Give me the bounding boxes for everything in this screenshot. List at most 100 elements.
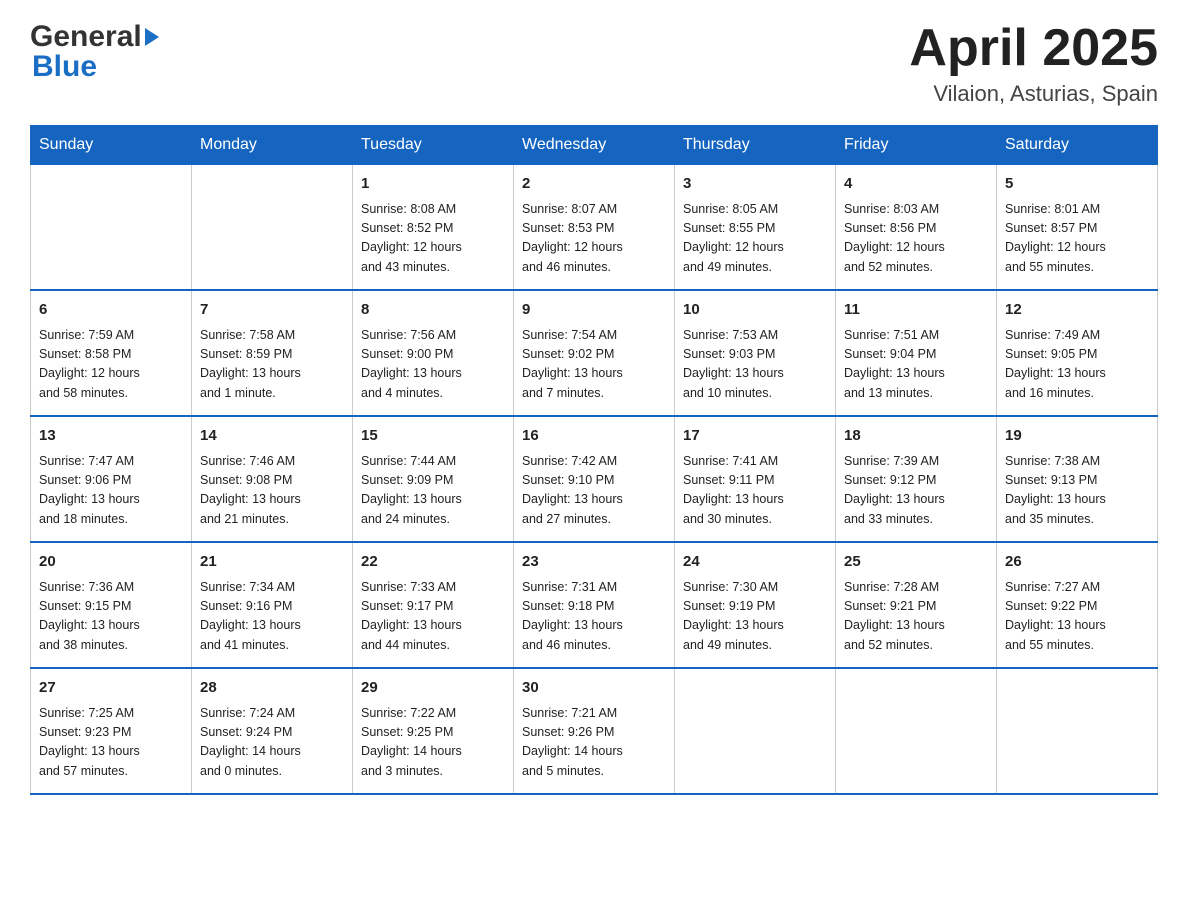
day-info: Sunrise: 7:30 AMSunset: 9:19 PMDaylight:… <box>683 578 827 656</box>
calendar-cell: 26 Sunrise: 7:27 AMSunset: 9:22 PMDayligh… <box>997 542 1158 668</box>
day-info: Sunrise: 7:21 AMSunset: 9:26 PMDaylight:… <box>522 704 666 782</box>
calendar-cell: 23 Sunrise: 7:31 AMSunset: 9:18 PMDayligh… <box>514 542 675 668</box>
header-thursday: Thursday <box>675 126 836 165</box>
calendar-cell: 7 Sunrise: 7:58 AMSunset: 8:59 PMDaylight… <box>192 290 353 416</box>
calendar-cell: 16Sunrise: 7:42 AMSunset: 9:10 PMDayligh… <box>514 416 675 542</box>
calendar-week-4: 20 Sunrise: 7:36 AMSunset: 9:15 PMDayligh… <box>31 542 1158 668</box>
calendar-week-2: 6 Sunrise: 7:59 AMSunset: 8:58 PMDaylight… <box>31 290 1158 416</box>
day-number: 1 <box>361 173 505 196</box>
day-info: Sunrise: 8:08 AMSunset: 8:52 PMDaylight:… <box>361 200 505 278</box>
title-block: April 2025 Vilaion, Asturias, Spain <box>909 20 1158 107</box>
day-number: 7 <box>200 299 344 322</box>
day-info: Sunrise: 7:51 AMSunset: 9:04 PMDaylight:… <box>844 326 988 404</box>
calendar-cell: 15Sunrise: 7:44 AMSunset: 9:09 PMDayligh… <box>353 416 514 542</box>
calendar-cell: 4Sunrise: 8:03 AMSunset: 8:56 PMDaylight… <box>836 165 997 291</box>
calendar-cell: 12Sunrise: 7:49 AMSunset: 9:05 PMDayligh… <box>997 290 1158 416</box>
day-number: 21 <box>200 551 344 574</box>
day-number: 16 <box>522 425 666 448</box>
calendar-cell: 24Sunrise: 7:30 AMSunset: 9:19 PMDayligh… <box>675 542 836 668</box>
day-number: 17 <box>683 425 827 448</box>
day-number: 22 <box>361 551 505 574</box>
day-info: Sunrise: 7:28 AMSunset: 9:21 PMDaylight:… <box>844 578 988 656</box>
calendar-cell: 5Sunrise: 8:01 AMSunset: 8:57 PMDaylight… <box>997 165 1158 291</box>
day-info: Sunrise: 7:59 AMSunset: 8:58 PMDaylight:… <box>39 326 183 404</box>
day-info: Sunrise: 7:22 AMSunset: 9:25 PMDaylight:… <box>361 704 505 782</box>
day-info: Sunrise: 7:58 AMSunset: 8:59 PMDaylight:… <box>200 326 344 404</box>
day-info: Sunrise: 7:34 AMSunset: 9:16 PMDaylight:… <box>200 578 344 656</box>
calendar-week-5: 27 Sunrise: 7:25 AMSunset: 9:23 PMDayligh… <box>31 668 1158 794</box>
calendar-cell <box>836 668 997 794</box>
calendar-cell: 27 Sunrise: 7:25 AMSunset: 9:23 PMDayligh… <box>31 668 192 794</box>
calendar-cell: 25 Sunrise: 7:28 AMSunset: 9:21 PMDayligh… <box>836 542 997 668</box>
calendar-cell: 10 Sunrise: 7:53 AMSunset: 9:03 PMDayligh… <box>675 290 836 416</box>
day-info: Sunrise: 7:31 AMSunset: 9:18 PMDaylight:… <box>522 578 666 656</box>
day-info: Sunrise: 8:05 AMSunset: 8:55 PMDaylight:… <box>683 200 827 278</box>
calendar-cell: 11 Sunrise: 7:51 AMSunset: 9:04 PMDayligh… <box>836 290 997 416</box>
calendar-cell: 20 Sunrise: 7:36 AMSunset: 9:15 PMDayligh… <box>31 542 192 668</box>
calendar-table: SundayMondayTuesdayWednesdayThursdayFrid… <box>30 125 1158 795</box>
calendar-cell <box>675 668 836 794</box>
calendar-cell: 13 Sunrise: 7:47 AMSunset: 9:06 PMDayligh… <box>31 416 192 542</box>
calendar-cell: 14Sunrise: 7:46 AMSunset: 9:08 PMDayligh… <box>192 416 353 542</box>
calendar-cell: 9 Sunrise: 7:54 AMSunset: 9:02 PMDaylight… <box>514 290 675 416</box>
day-number: 8 <box>361 299 505 322</box>
day-info: Sunrise: 7:56 AMSunset: 9:00 PMDaylight:… <box>361 326 505 404</box>
header-saturday: Saturday <box>997 126 1158 165</box>
day-info: Sunrise: 7:27 AMSunset: 9:22 PMDaylight:… <box>1005 578 1149 656</box>
day-number: 14 <box>200 425 344 448</box>
logo-blue: Blue <box>30 50 97 84</box>
calendar-cell: 6 Sunrise: 7:59 AMSunset: 8:58 PMDaylight… <box>31 290 192 416</box>
day-number: 27 <box>39 677 183 700</box>
logo-line1: General <box>30 20 159 54</box>
day-number: 9 <box>522 299 666 322</box>
calendar-cell: 21 Sunrise: 7:34 AMSunset: 9:16 PMDayligh… <box>192 542 353 668</box>
day-number: 25 <box>844 551 988 574</box>
calendar-header: SundayMondayTuesdayWednesdayThursdayFrid… <box>31 126 1158 165</box>
day-number: 30 <box>522 677 666 700</box>
day-number: 29 <box>361 677 505 700</box>
calendar-week-1: 1 Sunrise: 8:08 AMSunset: 8:52 PMDaylight… <box>31 165 1158 291</box>
header-friday: Friday <box>836 126 997 165</box>
header-monday: Monday <box>192 126 353 165</box>
calendar-cell: 2 Sunrise: 8:07 AMSunset: 8:53 PMDaylight… <box>514 165 675 291</box>
day-number: 19 <box>1005 425 1149 448</box>
calendar-cell <box>192 165 353 291</box>
day-number: 11 <box>844 299 988 322</box>
day-info: Sunrise: 8:07 AMSunset: 8:53 PMDaylight:… <box>522 200 666 278</box>
calendar-cell: 18Sunrise: 7:39 AMSunset: 9:12 PMDayligh… <box>836 416 997 542</box>
day-info: Sunrise: 7:39 AMSunset: 9:12 PMDaylight:… <box>844 452 988 530</box>
day-info: Sunrise: 7:25 AMSunset: 9:23 PMDaylight:… <box>39 704 183 782</box>
day-info: Sunrise: 7:53 AMSunset: 9:03 PMDaylight:… <box>683 326 827 404</box>
day-number: 26 <box>1005 551 1149 574</box>
day-info: Sunrise: 7:41 AMSunset: 9:11 PMDaylight:… <box>683 452 827 530</box>
day-number: 6 <box>39 299 183 322</box>
calendar-cell: 22Sunrise: 7:33 AMSunset: 9:17 PMDayligh… <box>353 542 514 668</box>
calendar-cell: 1 Sunrise: 8:08 AMSunset: 8:52 PMDaylight… <box>353 165 514 291</box>
day-info: Sunrise: 7:36 AMSunset: 9:15 PMDaylight:… <box>39 578 183 656</box>
page-title: April 2025 <box>909 20 1158 77</box>
day-number: 23 <box>522 551 666 574</box>
day-info: Sunrise: 7:54 AMSunset: 9:02 PMDaylight:… <box>522 326 666 404</box>
calendar-cell: 3Sunrise: 8:05 AMSunset: 8:55 PMDaylight… <box>675 165 836 291</box>
day-info: Sunrise: 8:03 AMSunset: 8:56 PMDaylight:… <box>844 200 988 278</box>
page-header: General Blue April 2025 Vilaion, Asturia… <box>30 20 1158 107</box>
day-number: 2 <box>522 173 666 196</box>
day-info: Sunrise: 7:49 AMSunset: 9:05 PMDaylight:… <box>1005 326 1149 404</box>
logo-general: General <box>30 20 142 54</box>
header-sunday: Sunday <box>31 126 192 165</box>
calendar-cell: 8 Sunrise: 7:56 AMSunset: 9:00 PMDaylight… <box>353 290 514 416</box>
calendar-cell: 17 Sunrise: 7:41 AMSunset: 9:11 PMDayligh… <box>675 416 836 542</box>
day-number: 15 <box>361 425 505 448</box>
header-wednesday: Wednesday <box>514 126 675 165</box>
day-info: Sunrise: 7:24 AMSunset: 9:24 PMDaylight:… <box>200 704 344 782</box>
day-number: 13 <box>39 425 183 448</box>
day-number: 20 <box>39 551 183 574</box>
calendar-cell <box>997 668 1158 794</box>
calendar-cell: 28Sunrise: 7:24 AMSunset: 9:24 PMDayligh… <box>192 668 353 794</box>
calendar-body: 1 Sunrise: 8:08 AMSunset: 8:52 PMDaylight… <box>31 165 1158 795</box>
logo-arrow-icon <box>145 28 159 46</box>
day-info: Sunrise: 7:47 AMSunset: 9:06 PMDaylight:… <box>39 452 183 530</box>
day-info: Sunrise: 7:38 AMSunset: 9:13 PMDaylight:… <box>1005 452 1149 530</box>
day-number: 10 <box>683 299 827 322</box>
day-number: 5 <box>1005 173 1149 196</box>
